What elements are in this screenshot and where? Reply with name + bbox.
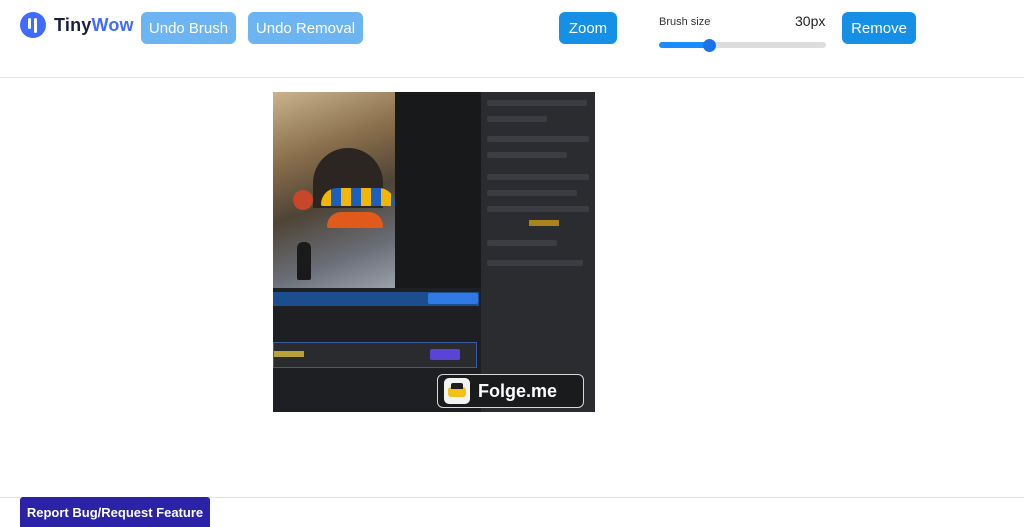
gold-highlight-bar <box>529 220 559 226</box>
slider-thumb[interactable] <box>703 39 717 52</box>
top-toolbar: TinyWow Undo Brush Undo Removal Zoom Bru… <box>0 0 1024 78</box>
timeline-track <box>273 342 477 368</box>
slider-fill <box>659 42 710 48</box>
pedestrian <box>297 242 311 280</box>
panel-row <box>487 260 583 266</box>
blue-action-button <box>428 293 478 304</box>
panel-row <box>487 100 587 106</box>
brush-size-label: Brush size <box>659 16 711 28</box>
undo-removal-button[interactable]: Undo Removal <box>248 12 363 44</box>
folge-logo-icon <box>444 378 470 404</box>
logo-text: TinyWow <box>54 15 134 36</box>
panel-row <box>487 206 589 212</box>
watermark-text: Folge.me <box>478 380 558 401</box>
red-sign <box>293 190 313 210</box>
purple-button <box>430 349 460 360</box>
brush-size-slider[interactable] <box>659 39 826 52</box>
yellow-clip <box>274 351 304 357</box>
remove-button[interactable]: Remove <box>842 12 916 44</box>
panel-row <box>487 116 547 122</box>
tinywow-logo-icon <box>20 12 46 38</box>
logo-text-suffix: Wow <box>91 14 134 35</box>
video-preview-dark-area <box>395 92 481 288</box>
panel-row <box>487 240 557 246</box>
panel-row <box>487 152 567 158</box>
folge-watermark: Folge.me <box>437 374 584 408</box>
logo-text-prefix: Tiny <box>54 14 92 35</box>
panel-row <box>487 136 589 142</box>
zoom-button[interactable]: Zoom <box>559 12 617 44</box>
striped-umbrella <box>321 188 395 206</box>
orange-umbrella <box>327 212 383 228</box>
editor-settings-panel <box>481 92 595 412</box>
panel-row <box>487 174 589 180</box>
brush-size-value: 30px <box>795 13 826 29</box>
report-bug-button[interactable]: Report Bug/Request Feature <box>20 497 210 527</box>
street-photo <box>273 92 395 288</box>
tinywow-logo[interactable]: TinyWow <box>20 12 134 38</box>
image-canvas[interactable]: Folge.me <box>273 92 595 412</box>
undo-brush-button[interactable]: Undo Brush <box>141 12 236 44</box>
panel-row <box>487 190 577 196</box>
